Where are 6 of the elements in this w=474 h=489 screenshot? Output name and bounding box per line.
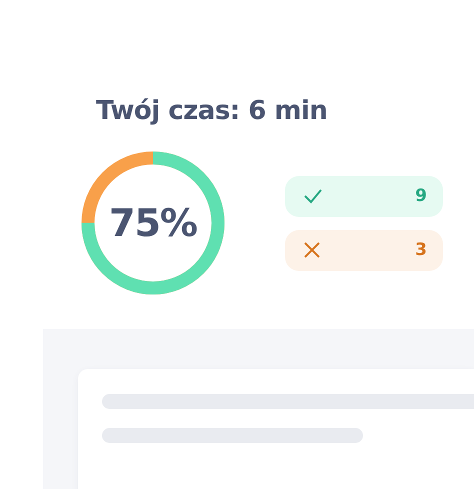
check-icon [303,188,323,204]
score-percent: 75% [109,201,197,245]
time-title: Twój czas: 6 min [96,96,328,128]
close-icon [303,241,321,259]
answer-count: 3 [415,240,427,260]
answer-count: 9 [415,186,427,206]
